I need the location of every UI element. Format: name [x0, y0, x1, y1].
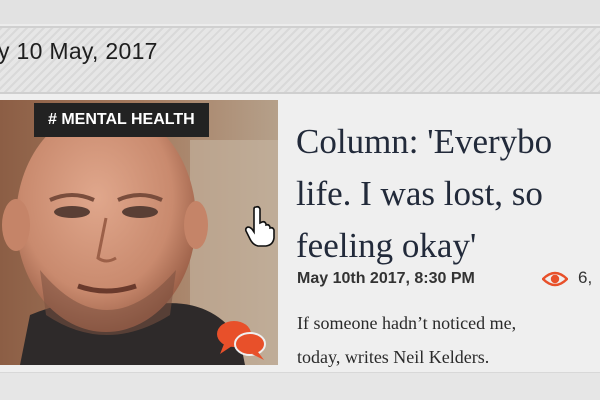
view-count-value: 6, — [578, 268, 593, 287]
top-strip — [0, 0, 600, 24]
excerpt-line: If someone hadn’t noticed me, — [297, 313, 517, 333]
page: y 10 May, 2017 # MENTAL HEALTH Column: '… — [0, 0, 600, 400]
view-count: 6, — [541, 268, 593, 288]
hand-pointer-icon — [244, 205, 275, 247]
eye-icon — [541, 271, 569, 286]
category-tag[interactable]: # MENTAL HEALTH — [34, 103, 209, 137]
date-heading: y 10 May, 2017 — [0, 38, 158, 64]
comments-icon[interactable] — [214, 318, 268, 362]
article-title[interactable]: Column: 'Everybo life. I was lost, so fe… — [296, 116, 600, 272]
card-bottom-edge — [0, 372, 600, 400]
title-line: life. I was lost, so — [296, 174, 543, 213]
excerpt-line: today, writes Neil Kelders. — [297, 347, 490, 367]
article-excerpt: If someone hadn’t noticed me, today, wri… — [297, 306, 600, 374]
publish-date: May 10th 2017, 8:30 PM — [297, 270, 475, 287]
title-line: Column: 'Everybo — [296, 122, 553, 161]
title-line: feeling okay' — [296, 226, 477, 265]
